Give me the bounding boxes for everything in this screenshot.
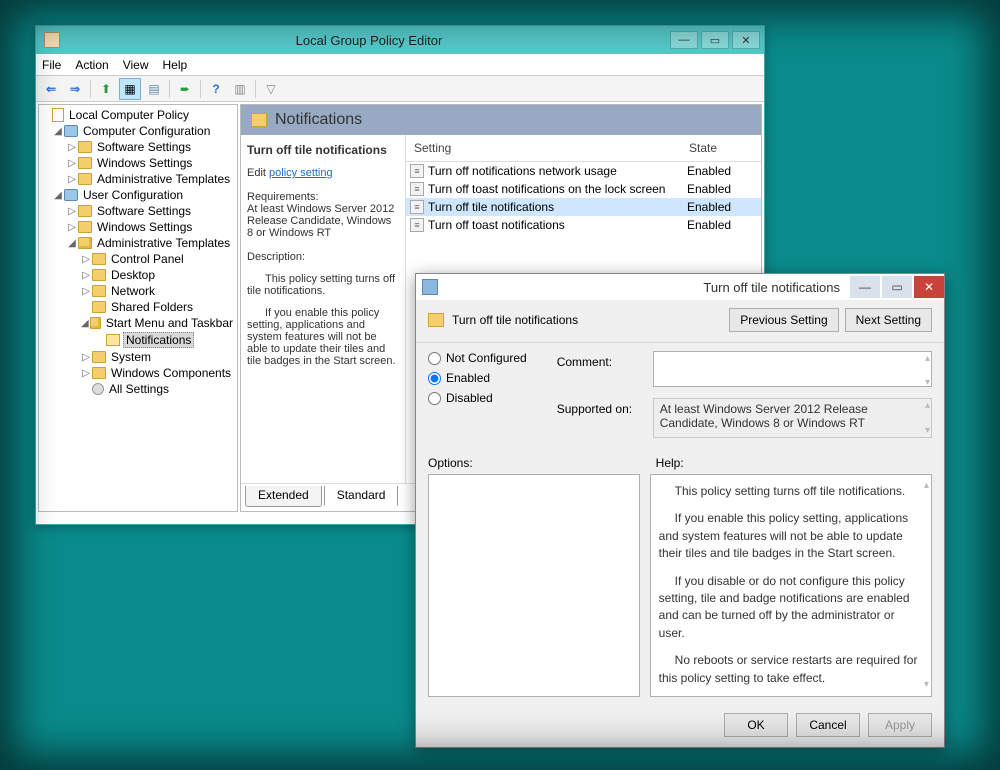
options-label: Options:: [428, 456, 640, 470]
edit-prefix: Edit: [247, 167, 269, 179]
tree-uc-software[interactable]: ▷Software Settings: [39, 203, 237, 219]
properties-button[interactable]: ▥: [229, 78, 251, 100]
policy-icon: ≡: [410, 182, 424, 196]
help-p4: No reboots or service restarts are requi…: [659, 652, 923, 687]
tree-start-menu-taskbar[interactable]: ◢Start Menu and Taskbar: [39, 315, 237, 331]
tree-shared-folders[interactable]: Shared Folders: [39, 299, 237, 315]
menu-view[interactable]: View: [123, 58, 149, 72]
tree-control-panel[interactable]: ▷Control Panel: [39, 251, 237, 267]
tree-computer-configuration[interactable]: ◢Computer Configuration: [39, 123, 237, 139]
tree-desktop[interactable]: ▷Desktop: [39, 267, 237, 283]
policy-dialog: Turn off tile notifications — ▭ ✕ Turn o…: [415, 273, 945, 748]
description-p2: If you enable this policy setting, appli…: [247, 307, 399, 367]
supported-on-label: Supported on:: [557, 398, 647, 416]
radio-enabled[interactable]: Enabled: [428, 371, 527, 385]
tree-cc-software[interactable]: ▷Software Settings: [39, 139, 237, 155]
close-button[interactable]: ✕: [732, 31, 760, 49]
list-item[interactable]: ≡Turn off toast notificationsEnabled: [406, 216, 761, 234]
cancel-button[interactable]: Cancel: [796, 713, 860, 737]
detail-header-title: Notifications: [275, 111, 362, 129]
dialog-title: Turn off tile notifications: [446, 280, 848, 295]
menu-action[interactable]: Action: [75, 58, 108, 72]
menu-help[interactable]: Help: [163, 58, 188, 72]
radio-disabled[interactable]: Disabled: [428, 391, 527, 405]
tree-network[interactable]: ▷Network: [39, 283, 237, 299]
dialog-header-strip: Turn off tile notifications Previous Set…: [416, 300, 944, 343]
dialog-titlebar[interactable]: Turn off tile notifications — ▭ ✕: [416, 274, 944, 300]
dialog-maximize-button[interactable]: ▭: [882, 276, 912, 298]
dialog-minimize-button[interactable]: —: [850, 276, 880, 298]
policy-icon: ≡: [410, 218, 424, 232]
tree-root[interactable]: Local Computer Policy: [39, 107, 237, 123]
show-hide-tree-button[interactable]: ▦: [119, 78, 141, 100]
tree-uc-windows[interactable]: ▷Windows Settings: [39, 219, 237, 235]
tree-notifications[interactable]: Notifications: [39, 331, 237, 349]
policy-icon: ≡: [410, 164, 424, 178]
forward-button[interactable]: ⇒: [64, 78, 86, 100]
maximize-button[interactable]: ▭: [701, 31, 729, 49]
ok-button[interactable]: OK: [724, 713, 788, 737]
policy-icon: ≡: [410, 200, 424, 214]
dialog-panes: This policy setting turns off tile notif…: [416, 470, 944, 705]
supported-on-text: At least Windows Server 2012 Release Can…: [653, 398, 932, 438]
requirements-label: Requirements:: [247, 191, 399, 203]
description-column: Turn off tile notifications Edit policy …: [241, 135, 406, 483]
window-title: Local Group Policy Editor: [68, 33, 670, 48]
dialog-close-button[interactable]: ✕: [914, 276, 944, 298]
list-item[interactable]: ≡Turn off notifications network usageEna…: [406, 162, 761, 180]
help-p1: This policy setting turns off tile notif…: [659, 483, 923, 500]
dialog-policy-name: Turn off tile notifications: [452, 313, 578, 327]
help-button[interactable]: ?: [205, 78, 227, 100]
export-button[interactable]: ➨: [174, 78, 196, 100]
help-p2: If you enable this policy setting, appli…: [659, 510, 923, 562]
filter-button[interactable]: ▽: [260, 78, 282, 100]
back-button[interactable]: ⇐: [40, 78, 62, 100]
tree-user-configuration[interactable]: ◢User Configuration: [39, 187, 237, 203]
col-header-state[interactable]: State: [681, 135, 761, 161]
description-label: Description:: [247, 251, 399, 263]
folder-icon: [251, 113, 267, 127]
menubar: File Action View Help: [36, 54, 764, 76]
help-pane[interactable]: This policy setting turns off tile notif…: [650, 474, 932, 697]
tree-all-settings[interactable]: All Settings: [39, 381, 237, 397]
dialog-buttons: OK Cancel Apply: [416, 705, 944, 747]
titlebar[interactable]: Local Group Policy Editor — ▭ ✕: [36, 26, 764, 54]
tab-extended[interactable]: Extended: [245, 486, 322, 507]
list-item[interactable]: ≡Turn off tile notificationsEnabled: [406, 198, 761, 216]
col-header-setting[interactable]: Setting: [406, 135, 681, 161]
tree-cc-windows[interactable]: ▷Windows Settings: [39, 155, 237, 171]
tree-system[interactable]: ▷System: [39, 349, 237, 365]
list-item[interactable]: ≡Turn off toast notifications on the loc…: [406, 180, 761, 198]
state-radio-group: Not Configured Enabled Disabled: [428, 351, 527, 438]
minimize-button[interactable]: —: [670, 31, 698, 49]
description-p1: This policy setting turns off tile notif…: [247, 273, 399, 297]
app-icon: [44, 32, 60, 48]
dialog-icon: [422, 279, 438, 295]
tree-windows-components[interactable]: ▷Windows Components: [39, 365, 237, 381]
apply-button[interactable]: Apply: [868, 713, 932, 737]
previous-setting-button[interactable]: Previous Setting: [729, 308, 838, 332]
policy-title: Turn off tile notifications: [247, 143, 399, 157]
policy-icon: [428, 313, 444, 327]
radio-not-configured[interactable]: Not Configured: [428, 351, 527, 365]
dialog-upper-section: Not Configured Enabled Disabled Comment:…: [416, 343, 944, 452]
tree-pane[interactable]: Local Computer Policy ◢Computer Configur…: [38, 104, 238, 512]
tree-uc-admin[interactable]: ◢Administrative Templates: [39, 235, 237, 251]
details-button[interactable]: ▤: [143, 78, 165, 100]
tree-cc-admin[interactable]: ▷Administrative Templates: [39, 171, 237, 187]
toolbar: ⇐ ⇒ ⬆ ▦ ▤ ➨ ? ▥ ▽: [36, 76, 764, 102]
menu-file[interactable]: File: [42, 58, 61, 72]
help-label: Help:: [656, 456, 684, 470]
comment-label: Comment:: [557, 351, 647, 369]
requirements-text: At least Windows Server 2012 Release Can…: [247, 203, 399, 239]
help-p3: If you disable or do not configure this …: [659, 573, 923, 643]
up-button[interactable]: ⬆: [95, 78, 117, 100]
comment-field[interactable]: [653, 351, 932, 387]
tab-standard[interactable]: Standard: [324, 486, 399, 507]
edit-policy-link[interactable]: policy setting: [269, 167, 333, 179]
options-pane[interactable]: [428, 474, 640, 697]
next-setting-button[interactable]: Next Setting: [845, 308, 932, 332]
detail-header: Notifications: [241, 105, 761, 135]
